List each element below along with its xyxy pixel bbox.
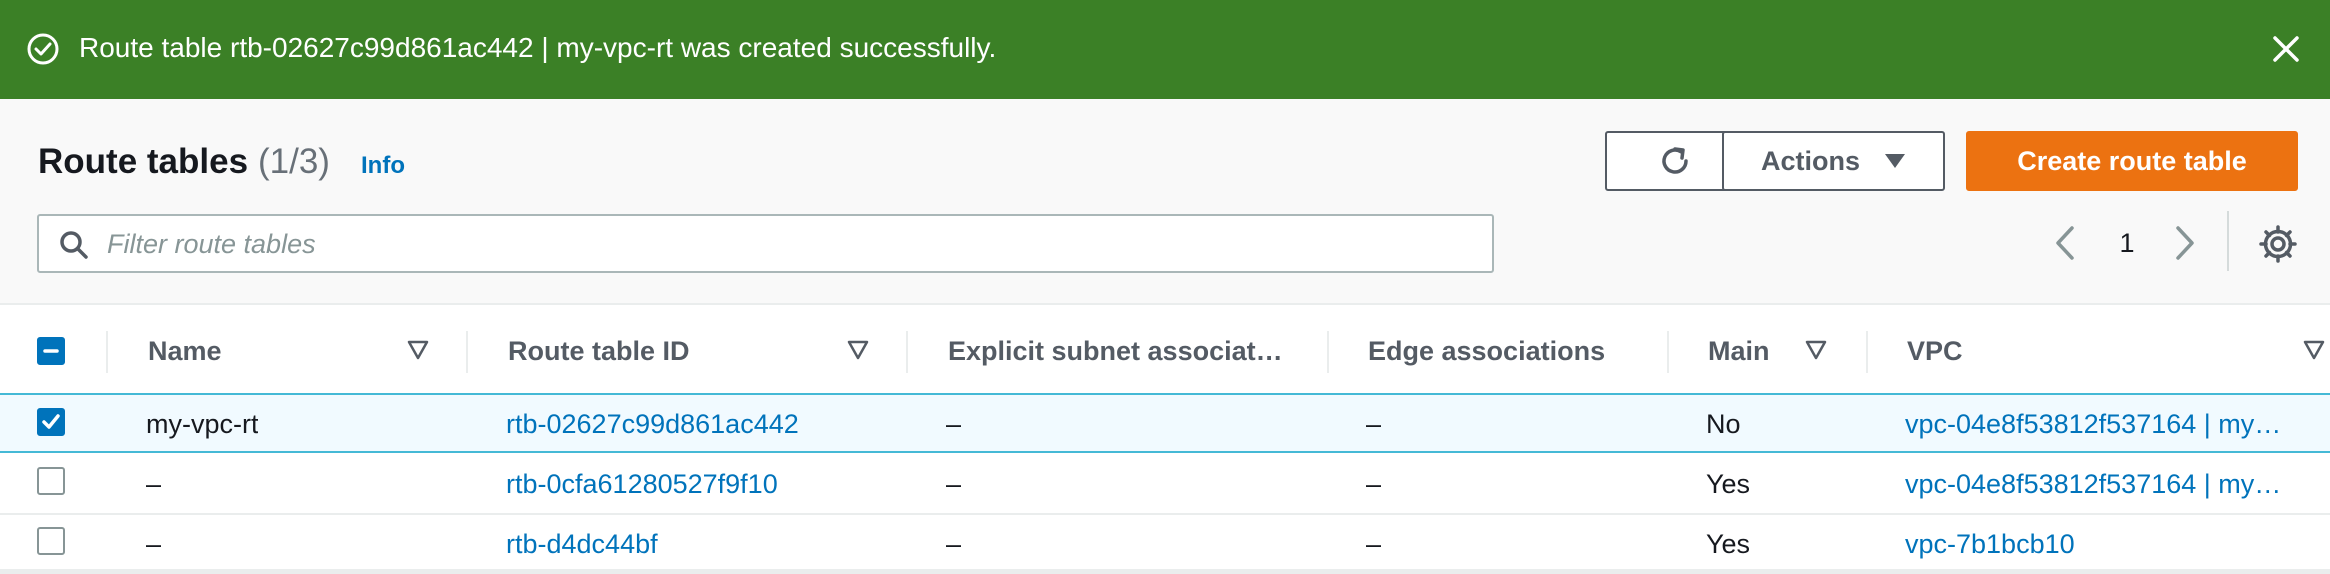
- cell-main: Yes: [1706, 528, 1751, 559]
- route-tables-container: Route tables (1/3) Info Actions Create r…: [0, 99, 2330, 574]
- indeterminate-icon: [43, 349, 59, 353]
- cell-main: Yes: [1706, 468, 1751, 499]
- page-title: Route tables: [38, 142, 249, 181]
- row-checkbox[interactable]: [37, 408, 65, 436]
- filter-input[interactable]: [107, 222, 1477, 266]
- filter-box: [37, 214, 1494, 273]
- table-header-area: Route tables (1/3) Info Actions Create r…: [0, 99, 2330, 305]
- cell-main: No: [1706, 408, 1741, 439]
- previous-page-icon[interactable]: [2050, 225, 2080, 261]
- flash-message: Route table rtb-02627c99d861ac442 | my-v…: [79, 32, 997, 63]
- row-checkbox[interactable]: [37, 527, 65, 555]
- refresh-icon: [1661, 147, 1688, 174]
- check-icon: [42, 414, 60, 429]
- column-header-name[interactable]: Name: [148, 307, 222, 395]
- column-header-explicit-subnet[interactable]: Explicit subnet associat…: [948, 307, 1283, 395]
- cell-explicit-subnet: –: [946, 528, 962, 559]
- next-page-icon[interactable]: [2170, 225, 2200, 261]
- create-route-table-button[interactable]: Create route table: [1966, 131, 2298, 191]
- check-circle-icon: [27, 33, 59, 65]
- column-divider: [106, 331, 108, 373]
- cell-edge-associations: –: [1366, 408, 1382, 439]
- cell-name: my-vpc-rt: [146, 408, 259, 439]
- cell-route-table-id[interactable]: rtb-d4dc44bf: [506, 515, 658, 573]
- cell-vpc[interactable]: vpc-04e8f53812f537164 | my…: [1905, 395, 2330, 453]
- select-all-checkbox[interactable]: [37, 337, 65, 365]
- column-header-main[interactable]: Main: [1708, 307, 1770, 395]
- column-divider: [1866, 331, 1868, 373]
- sort-icon[interactable]: [1805, 339, 1827, 361]
- close-icon[interactable]: [2271, 34, 2301, 64]
- column-header-route-table-id[interactable]: Route table ID: [508, 307, 690, 395]
- gear-icon[interactable]: [2258, 224, 2298, 264]
- table-bottom-border: [0, 569, 2330, 574]
- table-row[interactable]: my-vpc-rt rtb-02627c99d861ac442 – – No v…: [0, 393, 2330, 453]
- cell-name: –: [146, 528, 162, 559]
- actions-label: Actions: [1760, 145, 1860, 176]
- search-icon: [60, 231, 88, 259]
- caret-down-icon: [1885, 154, 1905, 168]
- current-page-number[interactable]: 1: [2117, 227, 2137, 259]
- sort-icon[interactable]: [847, 339, 869, 361]
- sort-icon[interactable]: [407, 339, 429, 361]
- cell-route-table-id[interactable]: rtb-0cfa61280527f9f10: [506, 455, 778, 513]
- pager-divider: [2227, 211, 2229, 271]
- sort-icon[interactable]: [2303, 339, 2325, 361]
- table-row[interactable]: – rtb-0cfa61280527f9f10 – – Yes vpc-04e8…: [0, 455, 2330, 515]
- cell-route-table-id[interactable]: rtb-02627c99d861ac442: [506, 395, 799, 453]
- row-checkbox[interactable]: [37, 467, 65, 495]
- column-divider: [1667, 331, 1669, 373]
- table-header: Name Route table ID Explicit subnet asso…: [0, 307, 2330, 395]
- actions-button[interactable]: Actions: [1722, 131, 1945, 191]
- cell-edge-associations: –: [1366, 468, 1382, 499]
- column-divider: [1327, 331, 1329, 373]
- cell-name: –: [146, 468, 162, 499]
- column-divider: [906, 331, 908, 373]
- column-divider: [466, 331, 468, 373]
- info-link[interactable]: Info: [361, 151, 405, 181]
- column-header-vpc[interactable]: VPC: [1907, 307, 1963, 395]
- cell-edge-associations: –: [1366, 528, 1382, 559]
- column-header-edge-associations[interactable]: Edge associations: [1368, 307, 1605, 395]
- cell-vpc[interactable]: vpc-7b1bcb10: [1905, 515, 2330, 573]
- cell-explicit-subnet: –: [946, 468, 962, 499]
- cell-explicit-subnet: –: [946, 408, 962, 439]
- cell-vpc[interactable]: vpc-04e8f53812f537164 | my…: [1905, 455, 2330, 513]
- selection-count: (1/3): [258, 142, 330, 181]
- table-row[interactable]: – rtb-d4dc44bf – – Yes vpc-7b1bcb10: [0, 515, 2330, 574]
- success-flash-banner: Route table rtb-02627c99d861ac442 | my-v…: [0, 0, 2330, 99]
